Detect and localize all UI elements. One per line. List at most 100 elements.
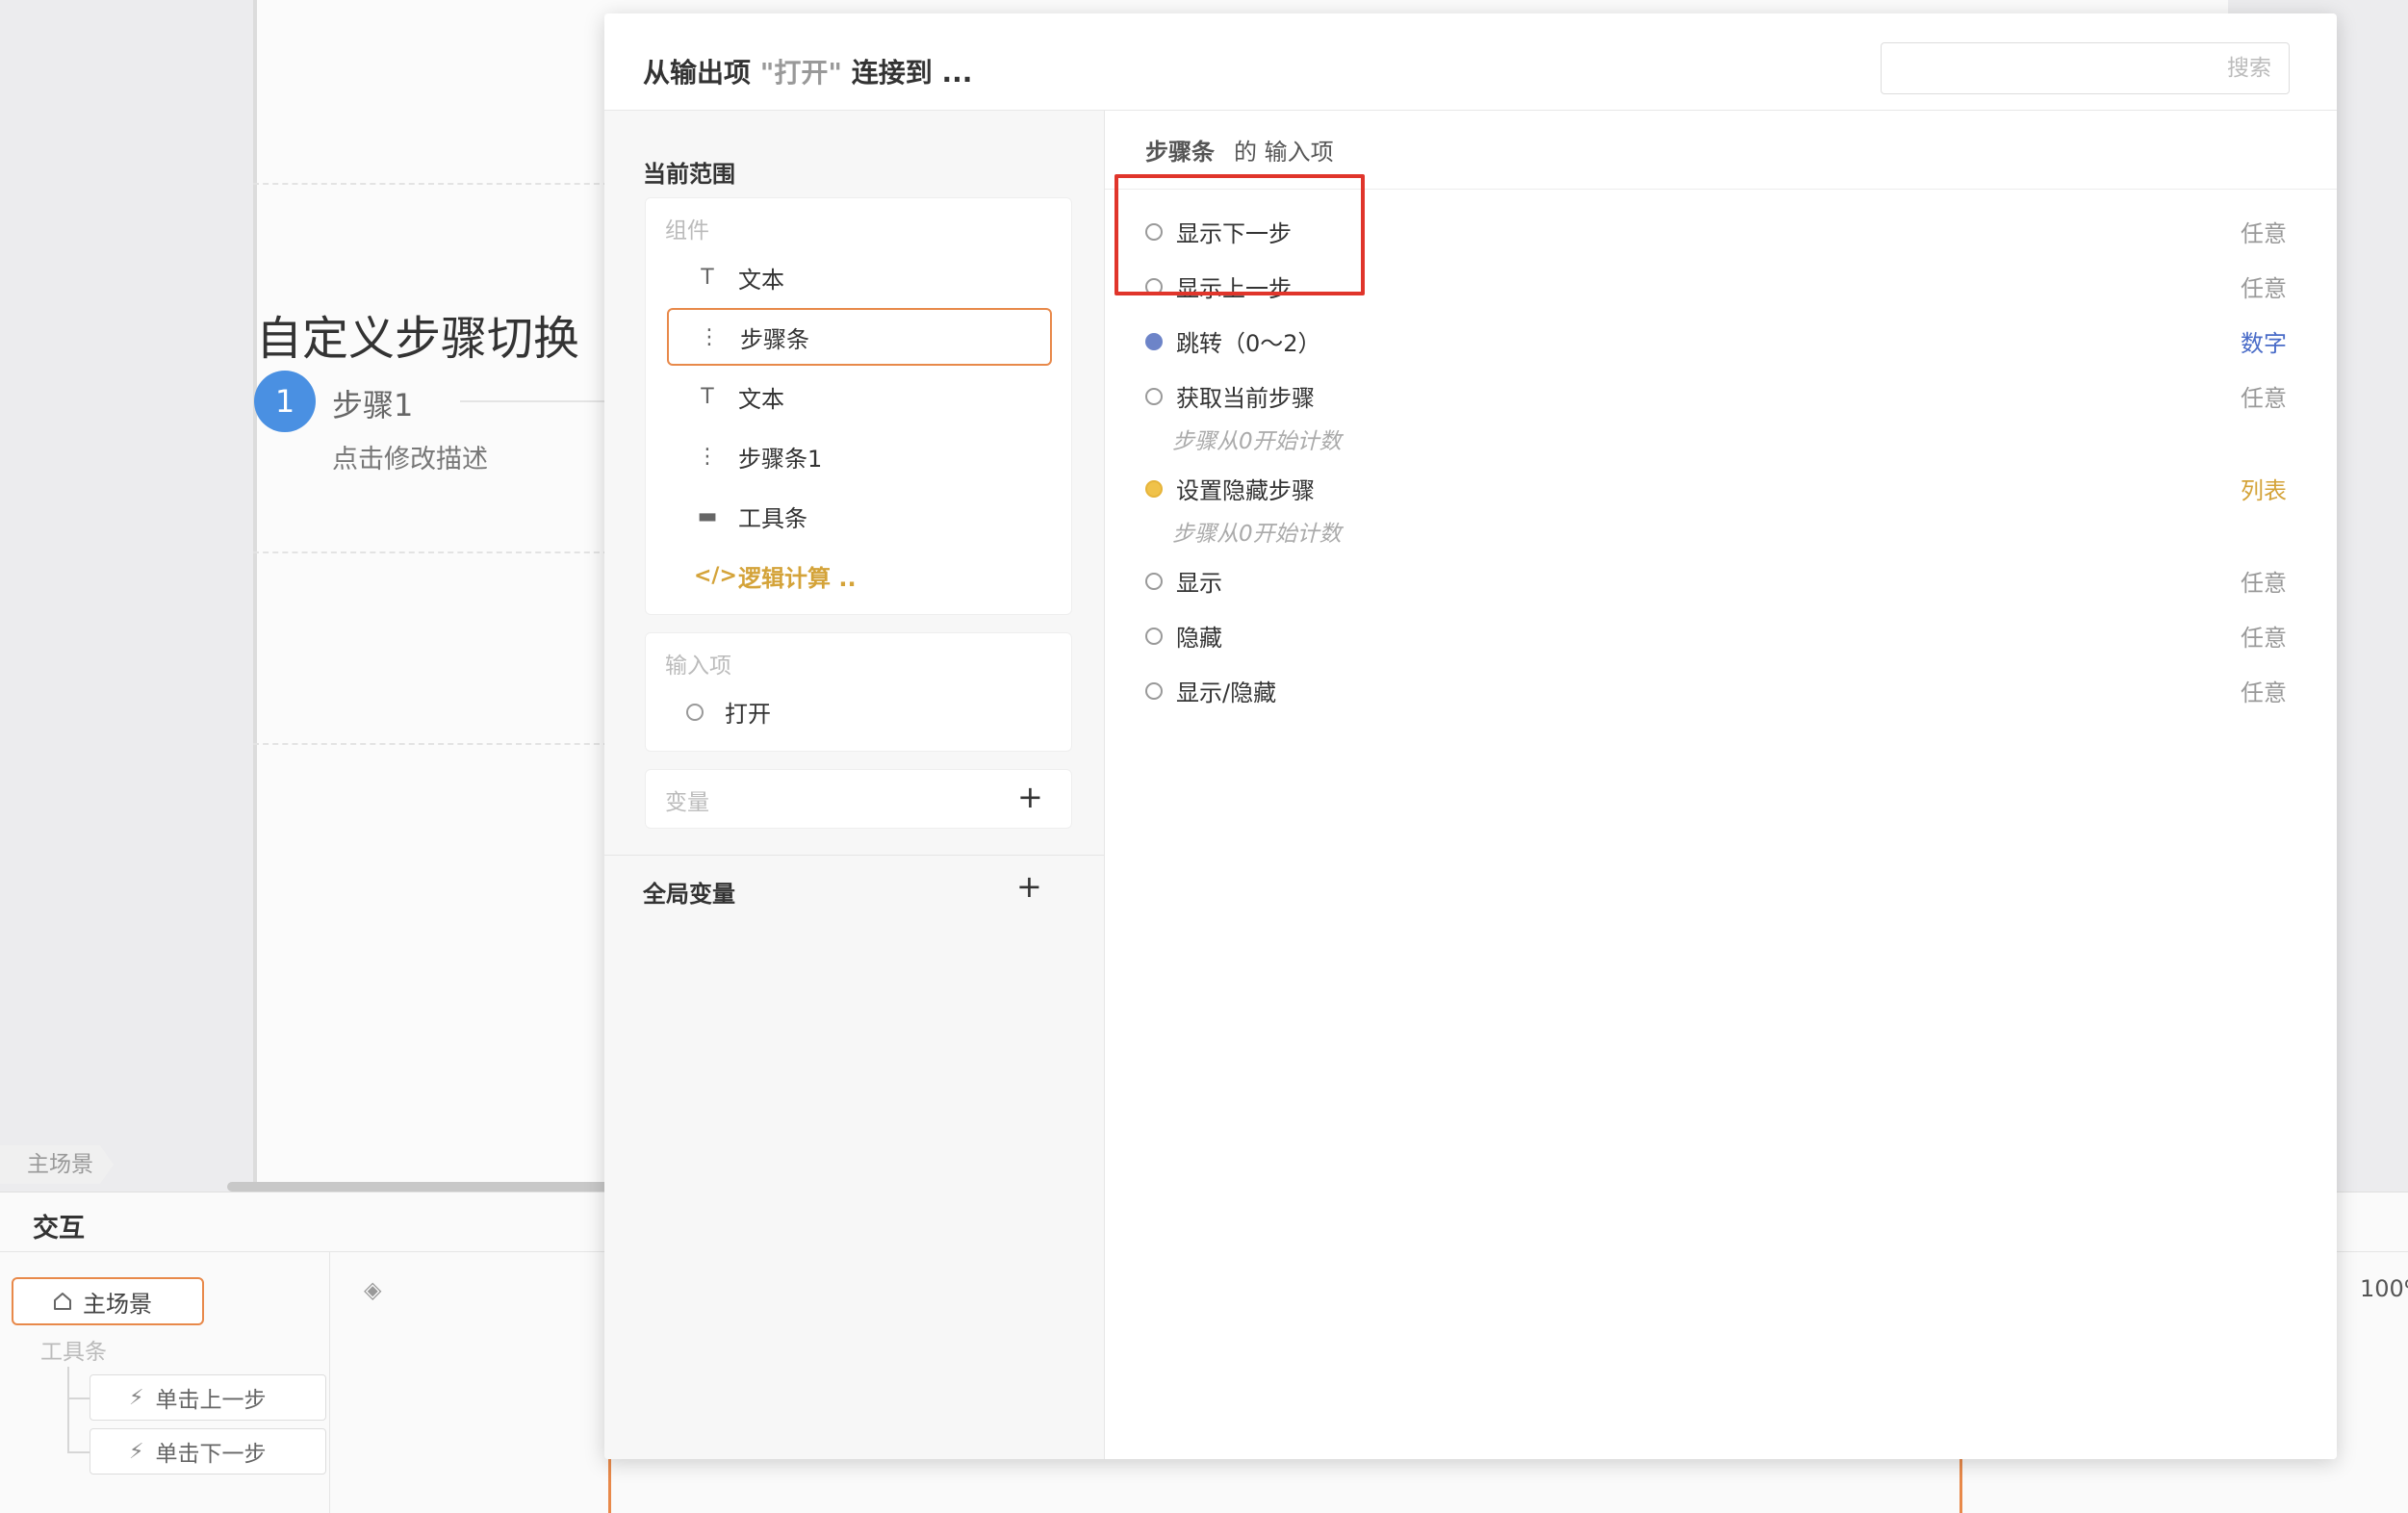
port-type: 列表 [2241,477,2287,504]
port-label: 获取当前步骤 [1176,385,1315,412]
toolbar-icon: ▬ [697,503,718,528]
stage-section-divider [253,183,609,185]
code-icon: </> [694,563,737,588]
port-radio-icon [1145,627,1163,645]
scene-tag[interactable]: 主场景 [0,1145,114,1184]
input-label: 打开 [725,701,771,728]
component-label: 逻辑计算 .. [738,564,857,592]
inputs-pane-suffix: 的 输入项 [1234,139,1334,166]
port-label: 设置隐藏步骤 [1176,477,1315,504]
scope-title: 当前范围 [643,161,735,188]
components-header: 组件 [665,218,709,244]
port-show-next[interactable]: 显示下一步 任意 [1145,215,2296,248]
port-label: 显示下一步 [1176,220,1292,247]
connect-dialog: 从输出项 "打开" 连接到 ... 当前范围 组件 T 文本 ⋮ 步骤条 T 文… [604,13,2337,1459]
port-type: 任意 [2241,570,2287,597]
component-label: 工具条 [738,504,807,532]
port-toggle[interactable]: 显示/隐藏 任意 [1145,674,2296,707]
port-radio-icon [1145,387,1163,405]
component-label: 文本 [738,266,784,294]
main-scene-button[interactable]: 主场景 [12,1277,204,1325]
port-type: 任意 [2241,385,2287,412]
variables-header: 变量 [665,790,709,815]
component-label: 文本 [738,385,784,413]
port-description: 步骤从0开始计数 [1172,429,1342,454]
port-type: 任意 [2241,625,2287,652]
port-show-prev[interactable]: 显示上一步 任意 [1145,269,2296,303]
inputs-card: 输入项 打开 [645,632,1072,752]
dialog-header: 从输出项 "打开" 连接到 ... [604,13,2337,111]
tree-group-toolbar[interactable]: 工具条 [40,1333,107,1366]
port-type: 任意 [2241,275,2287,302]
port-label: 隐藏 [1176,625,1222,652]
port-jump[interactable]: 跳转（0～2） 数字 [1145,324,2296,358]
global-vars-title: 全局变量 [643,881,735,908]
scope-pane: 当前范围 组件 T 文本 ⋮ 步骤条 T 文本 ⋮ 步骤条1 ▬ 工具条 </>… [604,111,1105,1459]
step-connector-line [460,400,604,402]
add-global-variable-button[interactable]: + [1016,871,1042,902]
locate-icon[interactable]: ◈ [364,1276,381,1303]
component-label: 步骤条1 [738,445,823,473]
component-item-steps[interactable]: ⋮ 步骤条 [667,308,1052,366]
stage-section-divider [253,743,609,745]
component-item-text[interactable]: T 文本 [667,248,1052,306]
stage-horizontal-scrollbar[interactable] [227,1182,612,1192]
add-variable-button[interactable]: + [1017,782,1043,812]
home-icon [54,1293,71,1310]
port-show[interactable]: 显示 任意 [1145,564,2296,598]
text-icon: T [701,384,714,409]
inputs-pane: 步骤条 的 输入项 显示下一步 任意 显示上一步 任意 跳转（0～2） 数字 获… [1105,111,2337,1459]
steps-icon: ⋮ [697,444,718,469]
port-type: 数字 [2241,330,2287,357]
port-radio-icon [1145,681,1163,700]
main-scene-label: 主场景 [83,1290,152,1318]
port-description: 步骤从0开始计数 [1172,522,1342,547]
step-label[interactable]: 步骤1 [332,381,413,425]
stage-section-divider [253,551,609,553]
components-card: 组件 T 文本 ⋮ 步骤条 T 文本 ⋮ 步骤条1 ▬ 工具条 </> 逻辑计算… [645,197,1072,615]
lightning-icon: ⚡ [129,1385,144,1410]
component-item-text-2[interactable]: T 文本 [667,368,1052,425]
input-item-open[interactable]: 打开 [686,695,771,729]
event-label: 单击下一步 [155,1442,267,1467]
port-list-dot-icon [1145,479,1163,498]
port-set-hidden[interactable]: 设置隐藏步骤 列表 步骤从0开始计数 [1145,472,2296,548]
event-click-next[interactable]: ⚡ 单击下一步 [90,1428,326,1475]
component-label: 步骤条 [740,325,809,353]
port-number-dot-icon [1145,332,1163,350]
port-hide[interactable]: 隐藏 任意 [1145,619,2296,653]
steps-icon: ⋮ [699,324,720,349]
component-item-toolbar[interactable]: ▬ 工具条 [667,487,1052,545]
dialog-title-suffix: 连接到 ... [851,57,973,89]
text-icon: T [701,265,714,290]
port-label: 显示 [1176,570,1222,597]
event-click-prev[interactable]: ⚡ 单击上一步 [90,1374,326,1421]
step-description[interactable]: 点击修改描述 [332,438,488,475]
interaction-panel-title: 交互 [33,1214,85,1244]
port-label: 显示上一步 [1176,275,1292,302]
zoom-level[interactable]: 100% [2360,1275,2408,1302]
port-radio-icon [1145,222,1163,241]
port-radio-icon [1145,572,1163,590]
component-item-logic[interactable]: </> 逻辑计算 .. [667,547,1052,604]
inputs-header: 输入项 [665,654,731,679]
port-type: 任意 [2241,680,2287,706]
component-item-steps-1[interactable]: ⋮ 步骤条1 [667,427,1052,485]
stage-title[interactable]: 自定义步骤切换 [256,300,579,368]
selection-edge [1960,1458,1962,1513]
variables-card: 变量 + [645,769,1072,829]
dialog-title-prefix: 从输出项 [643,57,752,89]
dialog-title-output: "打开" [759,57,842,89]
port-radio-icon [686,703,704,721]
inputs-pane-header: 步骤条 的 输入项 [1105,111,2337,190]
event-label: 单击上一步 [155,1388,267,1413]
inputs-pane-component: 步骤条 [1145,139,1215,166]
selection-edge [608,1458,611,1513]
port-get-current[interactable]: 获取当前步骤 任意 步骤从0开始计数 [1145,379,2296,455]
dialog-title: 从输出项 "打开" 连接到 ... [643,52,972,90]
search-input[interactable] [1881,42,2290,94]
port-label: 显示/隐藏 [1176,680,1277,706]
port-label: 跳转（0～2） [1176,330,1321,357]
step-number-circle[interactable]: 1 [254,371,316,432]
tree-connector [67,1367,69,1453]
